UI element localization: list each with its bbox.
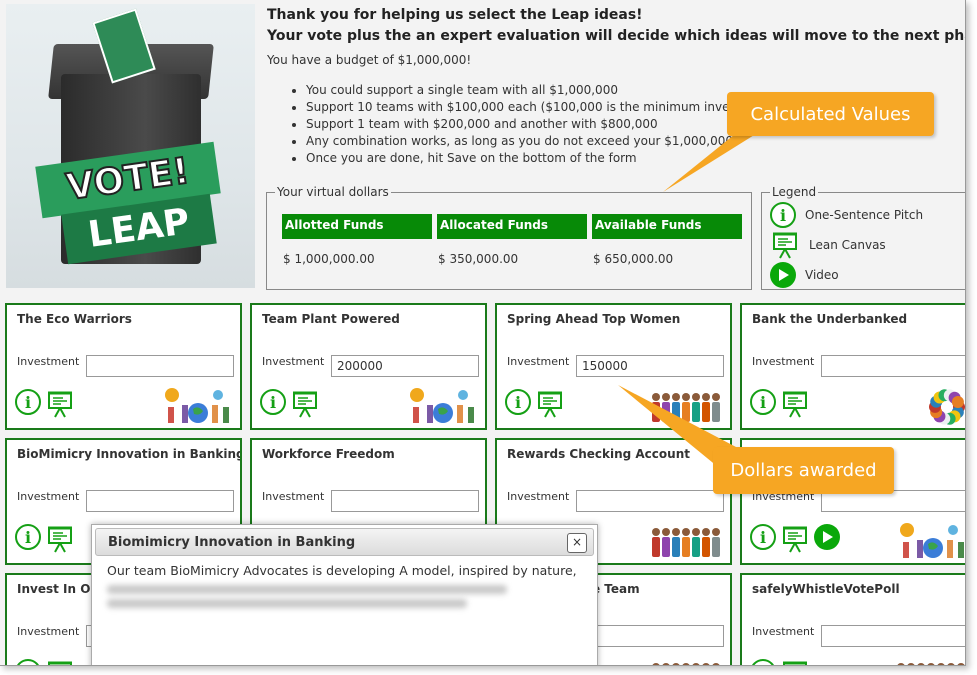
allotted-funds-header: Allotted Funds	[282, 214, 432, 239]
available-funds-header: Available Funds	[592, 214, 742, 239]
team-title: Team Plant Powered	[262, 312, 400, 326]
info-icon[interactable]: i	[15, 389, 41, 415]
legend-pitch-label: One-Sentence Pitch	[805, 208, 924, 222]
popup-titlebar: Biomimicry Innovation in Banking ×	[95, 528, 594, 556]
info-icon[interactable]: i	[750, 389, 776, 415]
calculated-values-callout: Calculated Values	[727, 92, 934, 136]
investment-input[interactable]	[86, 355, 234, 377]
budget-text: You have a budget of $1,000,000!	[267, 53, 472, 67]
card-actions: i	[750, 659, 810, 666]
legend-canvas-label: Lean Canvas	[809, 238, 886, 252]
canvas-board-icon[interactable]	[290, 389, 320, 419]
card-actions: i	[15, 524, 75, 554]
info-icon[interactable]: i	[505, 389, 531, 415]
team-title: Bank the Underbanked	[752, 312, 908, 326]
investment-input[interactable]	[821, 355, 965, 377]
investment-label: Investment	[262, 355, 325, 368]
legend-pitch: i One-Sentence Pitch	[770, 202, 924, 228]
available-funds-value: $ 650,000.00	[593, 252, 674, 266]
blurred-text-line	[107, 585, 507, 594]
investment-input[interactable]	[86, 490, 234, 512]
investment-label: Investment	[17, 490, 80, 503]
team-title: safelyWhistleVotePoll	[752, 582, 900, 596]
canvas-board-icon[interactable]	[780, 659, 810, 666]
team-card: safelyWhistleVotePoll Investment i	[740, 573, 965, 666]
card-actions: i	[750, 389, 810, 419]
card-actions: i	[260, 389, 320, 419]
team-illustration	[160, 385, 234, 425]
allocated-funds-value: $ 350,000.00	[438, 252, 519, 266]
popup-pitch-text: Our team BioMimicry Advocates is develop…	[107, 563, 577, 578]
team-illustration	[650, 520, 724, 560]
investment-input[interactable]	[576, 490, 724, 512]
investment-input[interactable]	[331, 355, 479, 377]
close-icon[interactable]: ×	[567, 533, 587, 553]
card-actions: i	[15, 659, 75, 666]
popup-title: Biomimicry Innovation in Banking	[108, 535, 356, 550]
investment-input[interactable]	[821, 625, 965, 647]
investment-label: Investment	[752, 355, 815, 368]
canvas-board-icon[interactable]	[780, 524, 810, 554]
info-icon[interactable]: i	[15, 659, 41, 665]
info-icon[interactable]: i	[260, 389, 286, 415]
team-illustration	[895, 520, 965, 560]
vote-explanation: Your vote plus the an expert evaluation …	[267, 28, 966, 44]
investment-label: Investment	[17, 625, 80, 638]
thanks-heading: Thank you for helping us select the Leap…	[267, 7, 643, 23]
investment-label: Investment	[752, 625, 815, 638]
card-actions: i	[505, 389, 565, 419]
canvas-board-icon[interactable]	[535, 389, 565, 419]
team-title: Workforce Freedom	[262, 447, 395, 461]
vote-page: VOTE! LEAP Thank you for helping us sele…	[0, 0, 966, 666]
card-actions: i	[750, 524, 840, 554]
info-icon[interactable]: i	[750, 659, 776, 665]
team-illustration	[895, 385, 965, 425]
team-card: Team Plant Powered Investment i	[250, 303, 487, 430]
legend-video-label: Video	[805, 268, 839, 282]
team-card: The Eco Warriors Investment i	[5, 303, 242, 430]
allotted-funds-value: $ 1,000,000.00	[283, 252, 375, 266]
canvas-board-icon[interactable]	[45, 659, 75, 666]
investment-label: Investment	[262, 490, 325, 503]
team-title: BioMimicry Innovation in Banking	[17, 447, 242, 461]
investment-label: Investment	[507, 355, 570, 368]
info-icon[interactable]: i	[750, 524, 776, 550]
team-title: The Eco Warriors	[17, 312, 132, 326]
team-card: Bank the Underbanked Investment i	[740, 303, 965, 430]
card-actions: i	[15, 389, 75, 419]
rule-item: You could support a single team with all…	[306, 82, 746, 99]
team-illustration	[405, 385, 479, 425]
investment-input[interactable]	[331, 490, 479, 512]
investment-input[interactable]	[576, 625, 724, 647]
dollars-awarded-callout: Dollars awarded	[713, 447, 894, 494]
pitch-popup: Biomimicry Innovation in Banking × Our t…	[91, 524, 598, 665]
virtual-dollars-legend: Your virtual dollars	[277, 185, 389, 199]
play-icon	[770, 262, 796, 288]
team-title: Spring Ahead Top Women	[507, 312, 681, 326]
legend-canvas: Lean Canvas	[770, 232, 886, 259]
team-illustration	[650, 655, 724, 665]
canvas-board-icon[interactable]	[45, 389, 75, 419]
play-icon[interactable]	[814, 524, 840, 550]
info-icon[interactable]: i	[15, 524, 41, 550]
team-illustration	[895, 655, 965, 665]
investment-label: Investment	[17, 355, 80, 368]
canvas-board-icon[interactable]	[45, 524, 75, 554]
canvas-board-icon[interactable]	[780, 389, 810, 419]
canvas-board-icon	[773, 232, 797, 259]
blurred-text-line	[107, 599, 467, 608]
vote-leap-hero-image: VOTE! LEAP	[6, 4, 255, 288]
allocated-funds-header: Allocated Funds	[437, 214, 587, 239]
rule-item: Support 10 teams with $100,000 each ($10…	[306, 99, 746, 116]
info-icon: i	[770, 202, 796, 228]
investment-label: Investment	[507, 490, 570, 503]
legend-video: Video	[770, 262, 839, 288]
investment-input[interactable]	[576, 355, 724, 377]
